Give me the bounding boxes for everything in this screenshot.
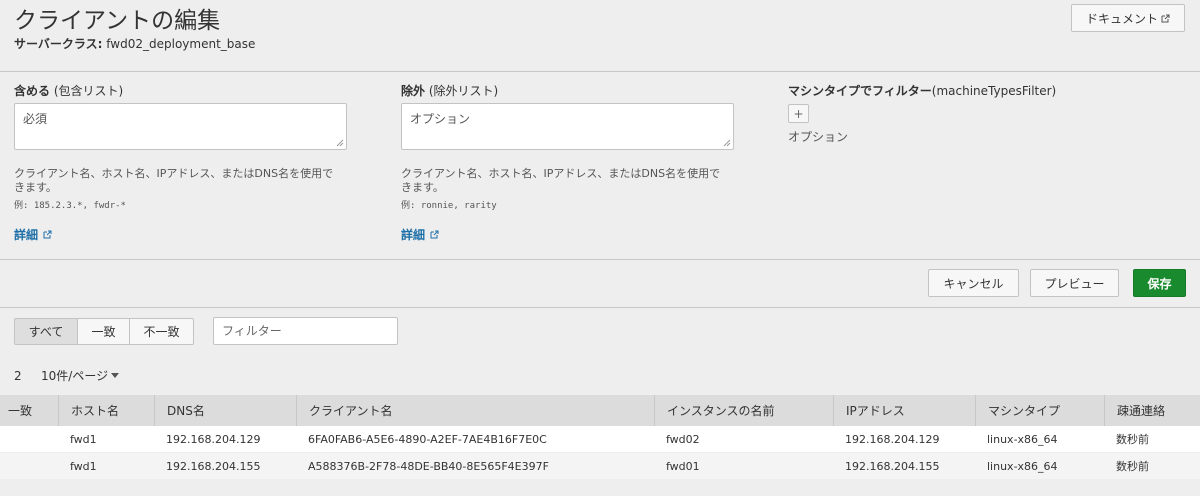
include-placeholder: 必須 [23,112,48,126]
external-link-icon [43,230,52,239]
include-label-rest: (包含リスト) [53,84,124,98]
column-header[interactable]: 疎通連絡 [1104,395,1200,426]
add-machine-type-button[interactable]: + [788,104,809,123]
column-header[interactable]: マシンタイプ [975,395,1104,426]
result-count: 2 [14,368,22,383]
table-cell: 192.168.204.155 [166,459,261,473]
per-page-dropdown[interactable]: 10件/ページ [41,367,120,384]
include-example: 例: 185.2.3.*, fwdr-* [14,201,126,211]
table-cell: fwd01 [666,459,700,473]
match-filter-toggle: すべて 一致 不一致 [14,318,194,345]
table-row[interactable]: fwd1 192.168.204.129 6FA0FAB6-A5E6-4890-A2… [0,426,1200,452]
exclude-label-rest: (除外リスト) [428,84,499,98]
column-header[interactable]: インスタンスの名前 [654,395,833,426]
table-header: 一致 ホスト名 DNS名 クライアント名 インスタンスの名前 IPアドレス マシンタイプ 疎通… [0,395,1200,426]
include-list-column: 含める (包含リスト) 必須 クライアント名、ホスト名、IPアドレス、またはDN… [14,82,348,243]
exclude-help-text: クライアント名、ホスト名、IPアドレス、またはDNS名を使用できます。 [401,167,721,194]
page-header: クライアントの編集 サーバークラス: fwd02_deployment_base… [0,0,1200,72]
column-header[interactable]: IPアドレス [833,395,975,426]
exclude-list-column: 除外 (除外リスト) オプション クライアント名、ホスト名、IPアドレス、または… [401,82,735,243]
per-page-label: 10件/ページ [41,369,109,383]
table-cell: 数秒前 [1116,460,1149,473]
table-cell: 192.168.204.129 [166,432,261,446]
table-cell: fwd1 [70,432,97,446]
external-link-icon [430,230,439,239]
exclude-label-bold: 除外 [401,84,426,98]
server-class-line: サーバークラス: fwd02_deployment_base [14,35,255,52]
page-title: クライアントの編集 [14,8,221,34]
filter-unmatched-button[interactable]: 不一致 [130,318,194,345]
clients-table: 一致 ホスト名 DNS名 クライアント名 インスタンスの名前 IPアドレス マシンタイプ 疎通… [0,395,1200,479]
preview-button[interactable]: プレビュー [1030,269,1119,297]
filter-all-button[interactable]: すべて [14,318,78,345]
column-header[interactable]: 一致 [0,395,58,426]
save-button[interactable]: 保存 [1133,269,1186,297]
filter-input[interactable] [213,317,398,345]
documentation-button[interactable]: ドキュメント [1071,4,1185,32]
table-cell: linux-x86_64 [987,459,1058,473]
table-cell: 数秒前 [1116,433,1149,446]
include-label: 含める (包含リスト) [14,82,348,98]
chevron-down-icon [111,373,120,378]
exclude-placeholder: オプション [410,112,471,126]
table-cell: A588376B-2F78-48DE-BB40-8E565F4E397F [308,459,549,473]
pagination-row: 2 10件/ページ [14,367,120,384]
filter-matched-button[interactable]: 一致 [78,318,130,345]
exclude-example: 例: ronnie, rarity [401,201,497,211]
resize-grip-icon[interactable] [336,139,344,147]
external-link-icon [1161,14,1170,23]
machine-filter-label-rest: (machineTypesFilter) [931,84,1057,98]
table-cell: fwd1 [70,459,97,473]
include-label-bold: 含める [14,84,51,98]
column-header[interactable]: DNS名 [154,395,296,426]
server-class-label: サーバークラス: [14,37,103,51]
machine-filter-label: マシンタイプでフィルター(machineTypesFilter) [788,82,1088,98]
machine-filter-label-bold: マシンタイプでフィルター [788,84,932,98]
table-cell: fwd02 [666,432,700,446]
server-class-value: fwd02_deployment_base [106,37,256,51]
include-textarea[interactable]: 必須 [14,103,347,150]
filter-section: 含める (包含リスト) 必須 クライアント名、ホスト名、IPアドレス、またはDN… [0,72,1200,260]
column-header[interactable]: クライアント名 [296,395,654,426]
cancel-button[interactable]: キャンセル [928,269,1019,297]
exclude-label: 除外 (除外リスト) [401,82,735,98]
action-bar: キャンセル プレビュー 保存 [0,260,1200,308]
documentation-label: ドキュメント [1085,11,1158,26]
include-detail-label: 詳細 [14,228,39,242]
table-cell: linux-x86_64 [987,432,1058,446]
exclude-detail-label: 詳細 [401,228,426,242]
column-header[interactable]: ホスト名 [58,395,154,426]
table-cell [0,426,58,452]
table-cell: 192.168.204.155 [845,459,940,473]
exclude-textarea[interactable]: オプション [401,103,734,150]
machine-filter-option-label: オプション [788,130,849,144]
table-body: fwd1 192.168.204.129 6FA0FAB6-A5E6-4890-A2… [0,426,1200,479]
table-cell: 192.168.204.129 [845,432,940,446]
include-help-text: クライアント名、ホスト名、IPアドレス、またはDNS名を使用できます。 [14,167,334,194]
exclude-detail-link[interactable]: 詳細 [401,226,735,243]
machine-type-filter-column: マシンタイプでフィルター(machineTypesFilter) + オプション [788,82,1088,145]
include-detail-link[interactable]: 詳細 [14,226,348,243]
table-cell: 6FA0FAB6-A5E6-4890-A2EF-7AE4B16F7E0C [308,432,547,446]
table-row[interactable]: fwd1 192.168.204.155 A588376B-2F78-48DE-BB… [0,453,1200,479]
table-cell [0,453,58,479]
resize-grip-icon[interactable] [723,139,731,147]
